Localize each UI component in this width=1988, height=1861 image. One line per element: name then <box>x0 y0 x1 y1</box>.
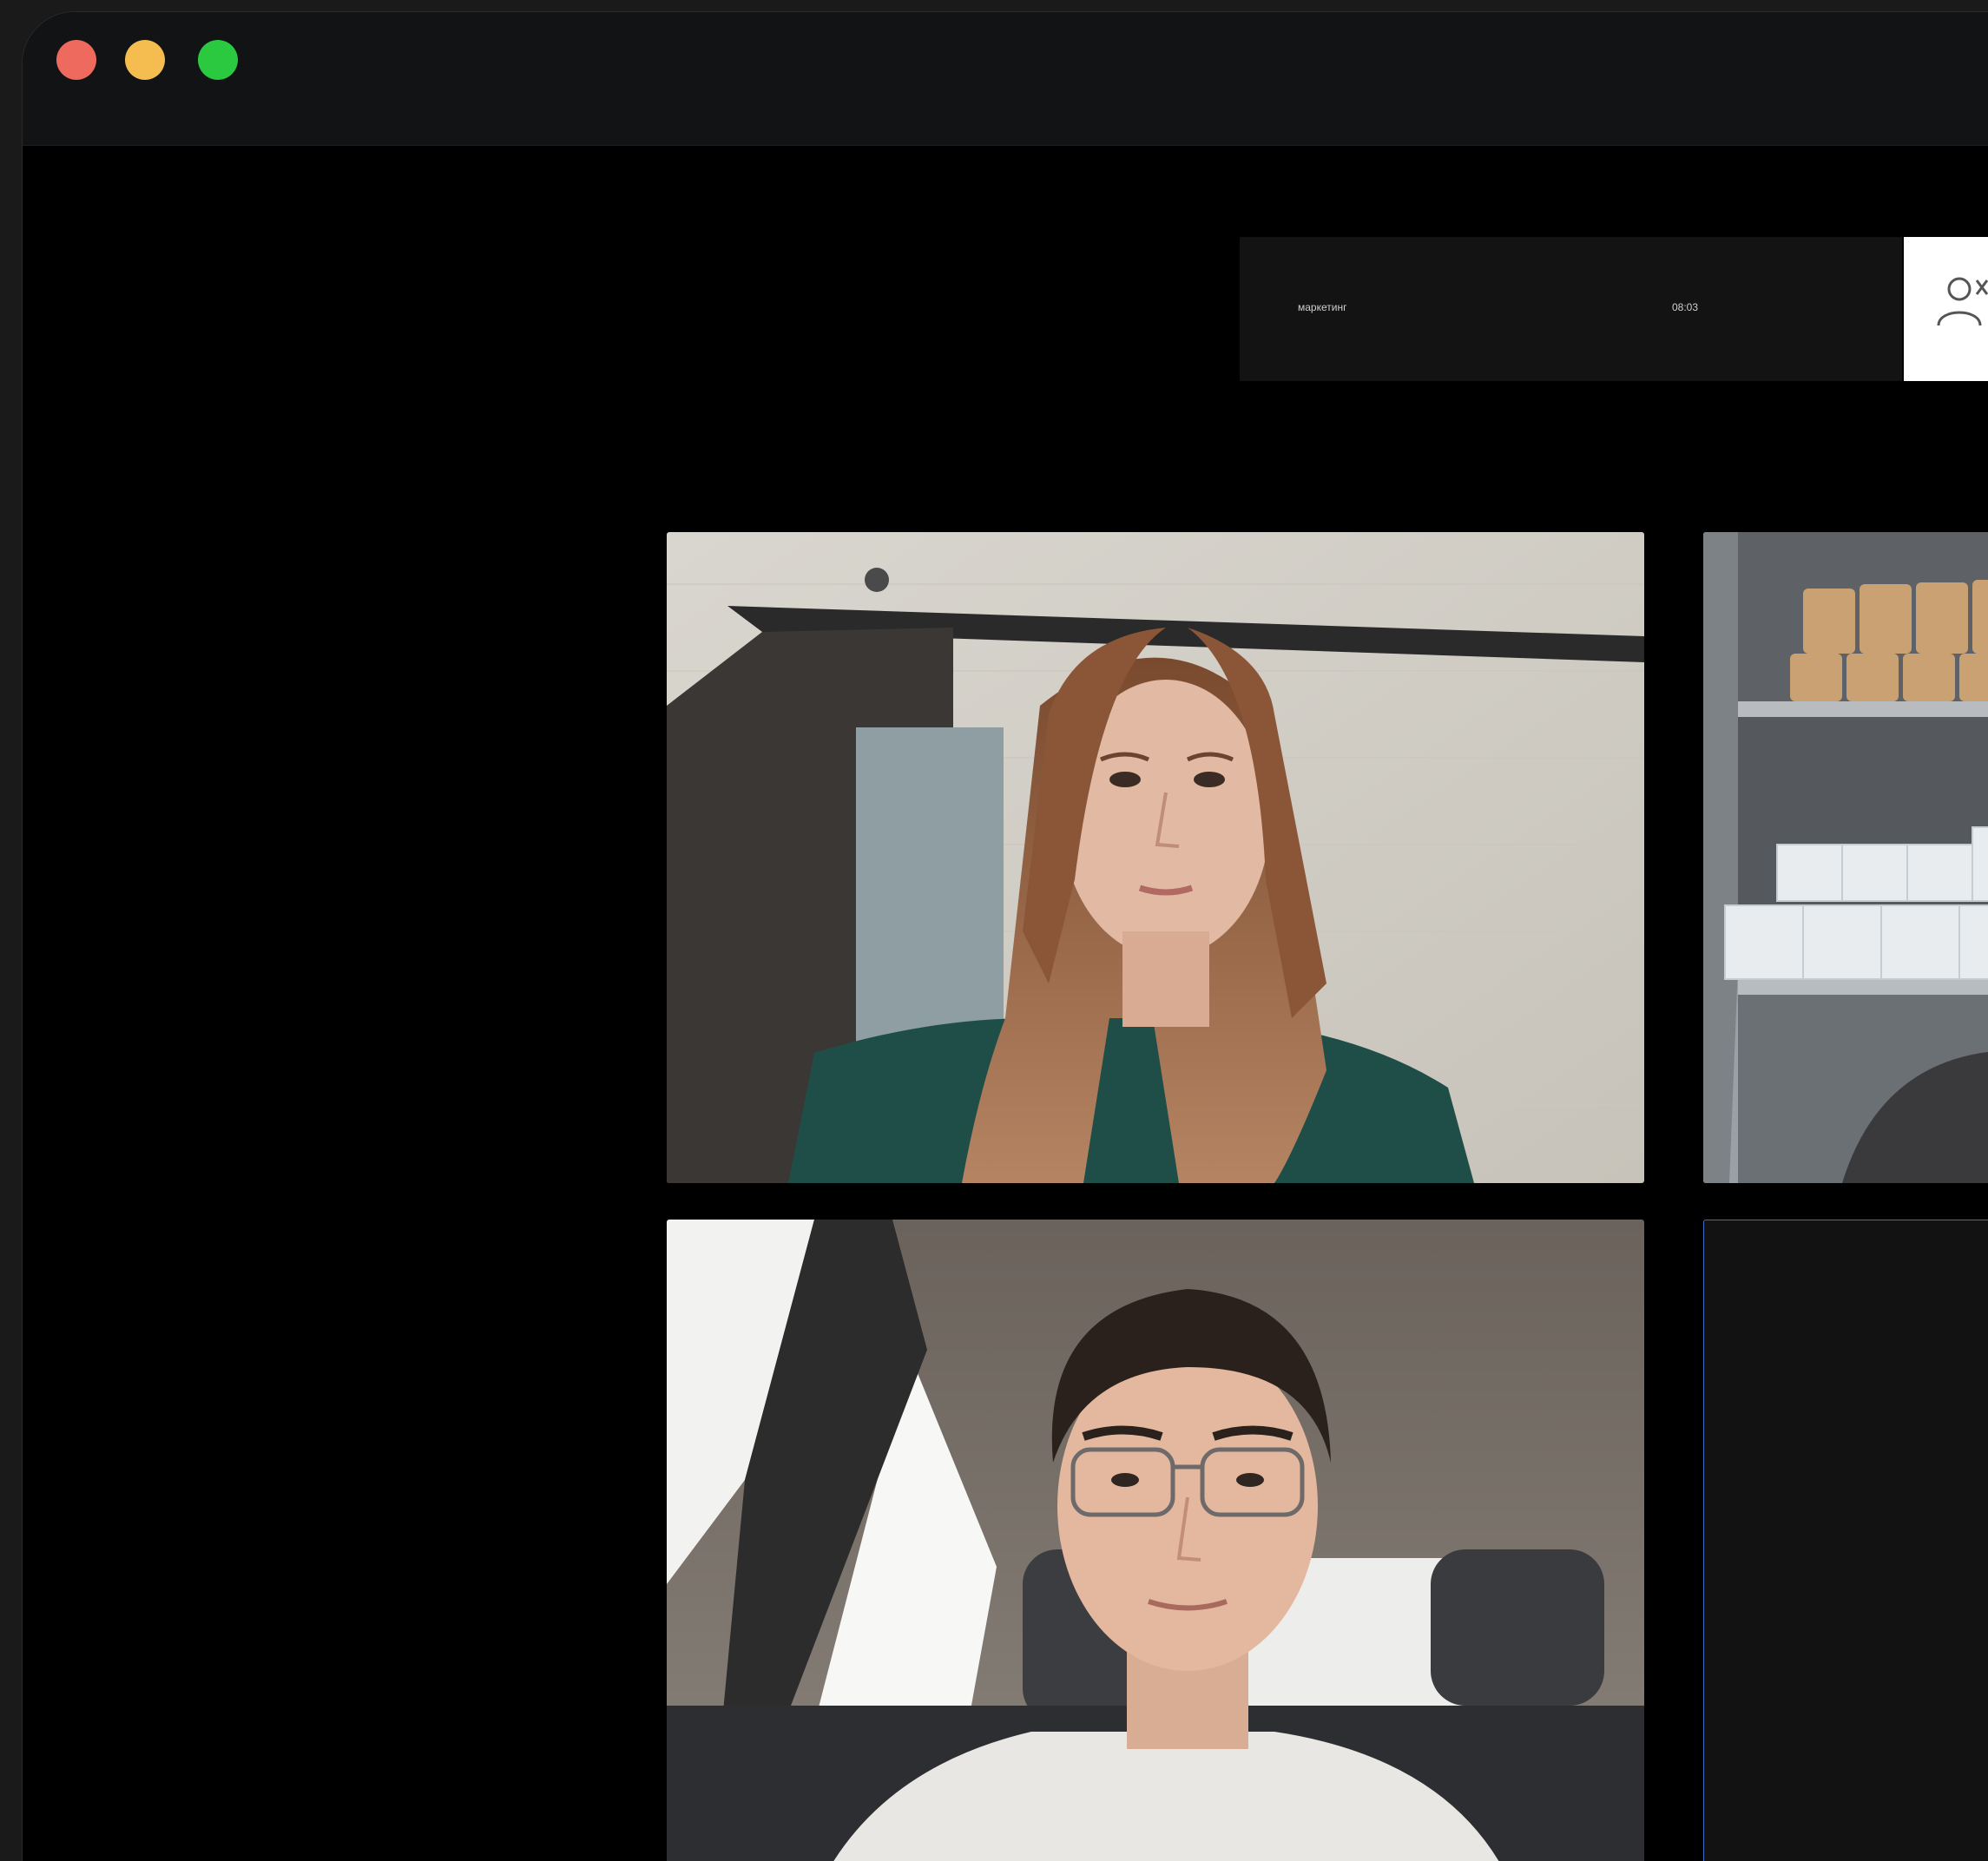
video-tile-participant-3[interactable] <box>667 1220 1644 1861</box>
meeting-duration: 08:03 <box>1672 301 1699 313</box>
minimize-window-button[interactable] <box>125 40 165 80</box>
maximize-window-button[interactable] <box>198 40 238 80</box>
video-call-window: маркетинг 08:03 <box>23 12 1988 1861</box>
participant-video-feed <box>667 532 1644 1183</box>
video-tile-participant-4[interactable] <box>1703 1220 1988 1861</box>
meeting-info-bar: маркетинг 08:03 <box>1240 237 1902 381</box>
participant-video-feed <box>1703 532 1988 1183</box>
video-tile-participant-1[interactable] <box>667 532 1644 1183</box>
close-window-button[interactable] <box>56 40 96 80</box>
participant-video-feed <box>667 1220 1644 1861</box>
participants-icon <box>1937 277 1988 326</box>
participants-button[interactable] <box>1904 237 1988 381</box>
meeting-name: маркетинг <box>1298 301 1347 313</box>
video-tile-participant-2[interactable] <box>1703 532 1988 1183</box>
title-bar <box>23 12 1988 146</box>
